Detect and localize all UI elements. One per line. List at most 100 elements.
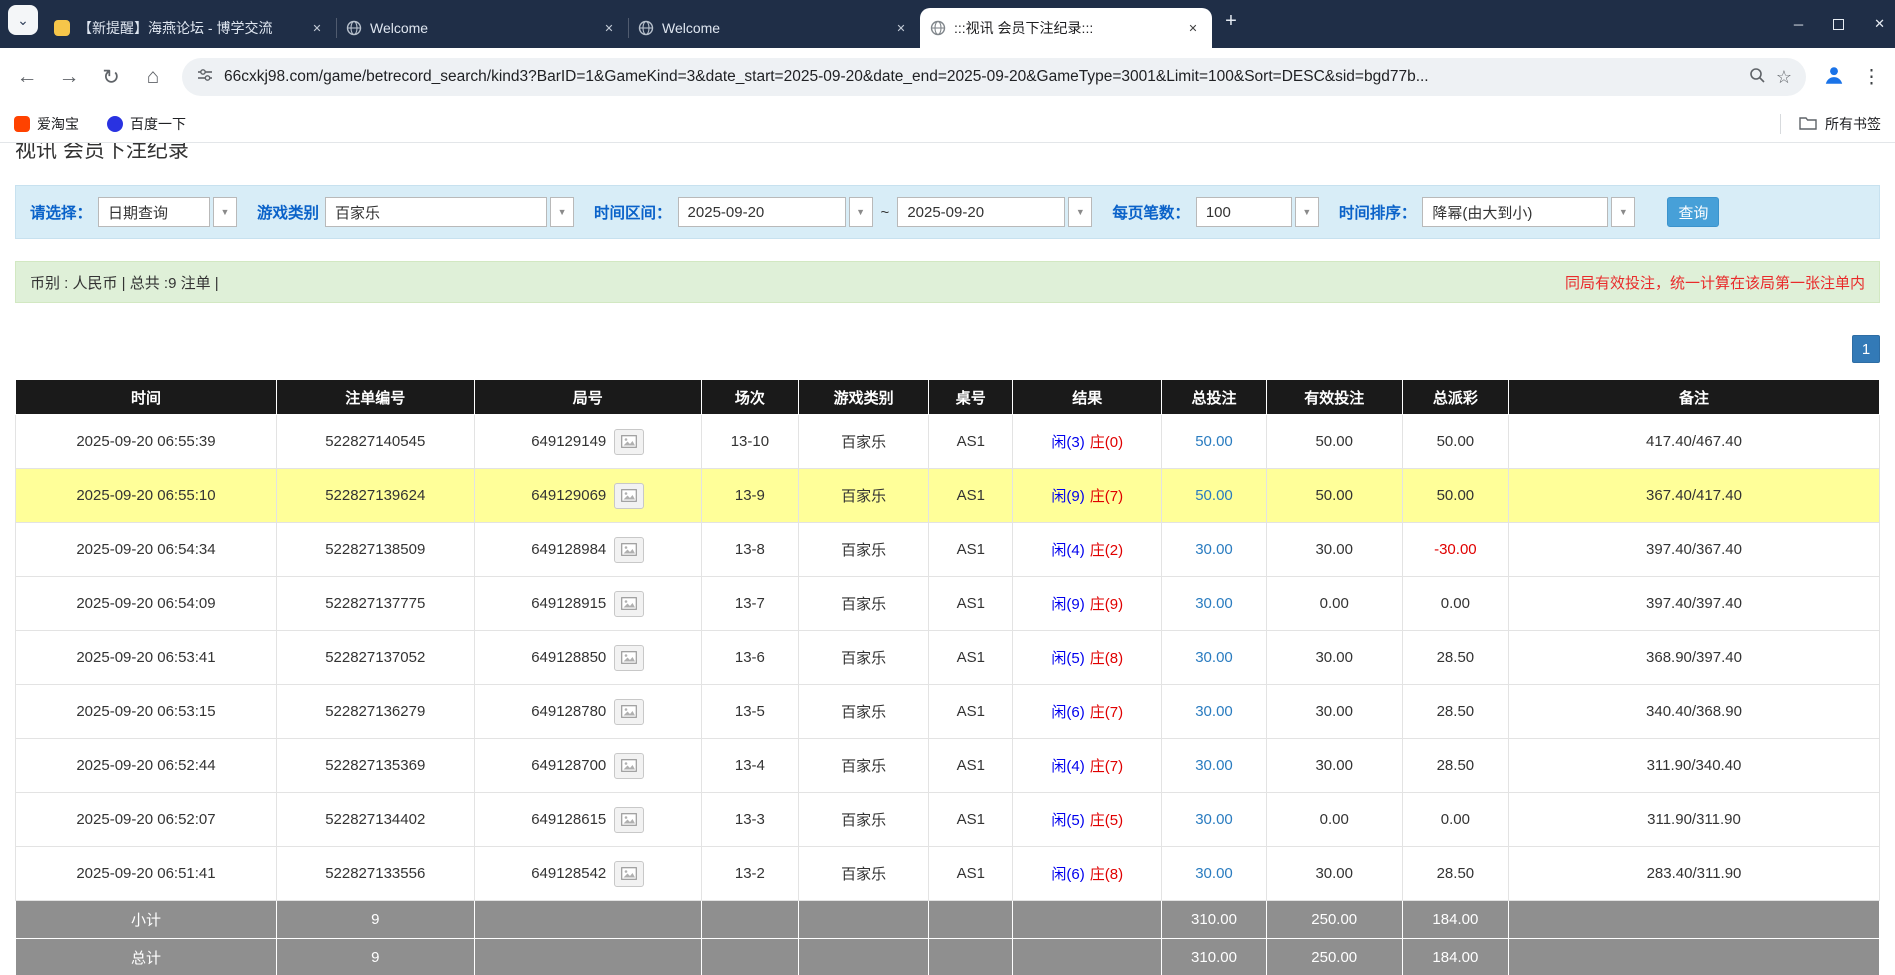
cell-round: 649128850	[474, 631, 701, 685]
search-button[interactable]: 查询	[1667, 197, 1719, 227]
cell-total-bet[interactable]: 30.00	[1162, 793, 1266, 847]
sort-select[interactable]: 降幂(由大到小) ▼	[1422, 197, 1635, 227]
filter-bar: 请选择： 日期查询 ▼ 游戏类别 百家乐 ▼ 时间区间： 2025-09-20 …	[15, 185, 1880, 239]
maximize-button[interactable]	[1833, 19, 1844, 30]
cell-total-bet[interactable]: 30.00	[1162, 847, 1266, 901]
round-image-button[interactable]	[614, 861, 644, 887]
forward-button[interactable]: →	[56, 65, 82, 89]
cell-game: 百家乐	[798, 523, 928, 577]
round-image-button[interactable]	[614, 537, 644, 563]
empty-cell	[929, 939, 1013, 975]
chevron-down-icon[interactable]: ▼	[1068, 197, 1092, 227]
round-number: 649128780	[531, 702, 606, 719]
table-row[interactable]: 2025-09-20 06:52:44 522827135369 6491287…	[16, 739, 1880, 793]
cell-note: 311.90/311.90	[1508, 793, 1879, 847]
close-icon[interactable]: ✕	[600, 19, 618, 37]
table-row[interactable]: 2025-09-20 06:55:10 522827139624 6491290…	[16, 469, 1880, 523]
reload-button[interactable]: ↻	[98, 65, 124, 90]
round-image-button[interactable]	[614, 429, 644, 455]
table-row[interactable]: 2025-09-20 06:55:39 522827140545 6491291…	[16, 415, 1880, 469]
table-row[interactable]: 2025-09-20 06:51:41 522827133556 6491285…	[16, 847, 1880, 901]
date-start-value[interactable]: 2025-09-20	[678, 197, 846, 227]
close-icon[interactable]: ✕	[1184, 19, 1202, 37]
page-size-value[interactable]: 100	[1196, 197, 1292, 227]
round-image-button[interactable]	[614, 645, 644, 671]
cell-result: 闲(3)庄(0)	[1013, 415, 1162, 469]
taobao-icon	[14, 116, 30, 132]
browser-tab-welcome-2[interactable]: Welcome ✕	[628, 8, 920, 48]
round-image-button[interactable]	[614, 699, 644, 725]
date-end-value[interactable]: 2025-09-20	[897, 197, 1065, 227]
back-button[interactable]: ←	[14, 65, 40, 89]
bet-records-table: 时间 注单编号 局号 场次 游戏类别 桌号 结果 总投注 有效投注 总派彩 备注…	[15, 379, 1880, 975]
date-mode-select[interactable]: 日期查询 ▼	[98, 197, 237, 227]
browser-tab-forum[interactable]: 【新提醒】海燕论坛 - 博学交流 ✕	[44, 8, 336, 48]
cell-session: 13-4	[701, 739, 798, 793]
cell-bet-id: 522827137775	[276, 577, 474, 631]
table-row[interactable]: 2025-09-20 06:54:34 522827138509 6491289…	[16, 523, 1880, 577]
table-row[interactable]: 2025-09-20 06:54:09 522827137775 6491289…	[16, 577, 1880, 631]
zoom-icon[interactable]	[1748, 66, 1766, 89]
browser-menu-icon[interactable]: ⋮	[1862, 66, 1881, 89]
date-mode-value[interactable]: 日期查询	[98, 197, 210, 227]
result-player: 闲(4)	[1051, 542, 1084, 559]
bookmark-taobao[interactable]: 爱淘宝	[14, 114, 79, 134]
page-size-select[interactable]: 100 ▼	[1196, 197, 1319, 227]
game-type-value[interactable]: 百家乐	[325, 197, 547, 227]
chevron-down-icon[interactable]: ▼	[550, 197, 574, 227]
sort-value[interactable]: 降幂(由大到小)	[1422, 197, 1608, 227]
total-valid-bet: 250.00	[1266, 939, 1402, 975]
date-end-select[interactable]: 2025-09-20 ▼	[897, 197, 1092, 227]
page-number-button[interactable]: 1	[1852, 335, 1880, 363]
table-row[interactable]: 2025-09-20 06:53:15 522827136279 6491287…	[16, 685, 1880, 739]
round-number: 649128850	[531, 648, 606, 665]
result-player: 闲(3)	[1051, 434, 1084, 451]
cell-total-bet[interactable]: 50.00	[1162, 469, 1266, 523]
cell-total-bet[interactable]: 30.00	[1162, 577, 1266, 631]
game-type-select[interactable]: 百家乐 ▼	[325, 197, 574, 227]
chevron-down-icon: ⌄	[17, 12, 29, 29]
folder-icon	[1799, 115, 1817, 134]
chevron-down-icon[interactable]: ▼	[849, 197, 873, 227]
cell-payout: -30.00	[1402, 523, 1508, 577]
round-image-button[interactable]	[614, 483, 644, 509]
cell-total-bet[interactable]: 50.00	[1162, 415, 1266, 469]
result-player: 闲(9)	[1051, 596, 1084, 613]
all-bookmarks-button[interactable]: 所有书签	[1780, 114, 1881, 134]
home-button[interactable]: ⌂	[140, 65, 166, 89]
date-start-select[interactable]: 2025-09-20 ▼	[678, 197, 873, 227]
cell-total-bet[interactable]: 30.00	[1162, 631, 1266, 685]
minimize-button[interactable]: ─	[1794, 17, 1803, 32]
round-image-button[interactable]	[614, 591, 644, 617]
bookmark-star-icon[interactable]: ☆	[1776, 67, 1792, 88]
new-tab-button[interactable]: +	[1216, 7, 1246, 37]
browser-tab-bet-records-active[interactable]: :::视讯 会员下注纪录::: ✕	[920, 8, 1212, 48]
cell-game: 百家乐	[798, 685, 928, 739]
close-icon[interactable]: ✕	[308, 19, 326, 37]
cell-total-bet[interactable]: 30.00	[1162, 739, 1266, 793]
table-row[interactable]: 2025-09-20 06:53:41 522827137052 6491288…	[16, 631, 1880, 685]
close-icon[interactable]: ✕	[892, 19, 910, 37]
site-settings-icon[interactable]	[196, 66, 214, 89]
window-close-button[interactable]: ✕	[1874, 16, 1885, 32]
chevron-down-icon[interactable]: ▼	[1611, 197, 1635, 227]
col-game: 游戏类别	[798, 380, 928, 415]
cell-round: 649128780	[474, 685, 701, 739]
chevron-down-icon[interactable]: ▼	[213, 197, 237, 227]
url-text[interactable]: 66cxkj98.com/game/betrecord_search/kind3…	[224, 68, 1738, 86]
cell-table: AS1	[929, 685, 1013, 739]
tab-search-button[interactable]: ⌄	[8, 5, 38, 35]
bookmark-baidu[interactable]: 百度一下	[107, 114, 186, 134]
chevron-down-icon[interactable]: ▼	[1295, 197, 1319, 227]
cell-total-bet[interactable]: 30.00	[1162, 523, 1266, 577]
round-image-button[interactable]	[614, 753, 644, 779]
browser-tab-welcome-1[interactable]: Welcome ✕	[336, 8, 628, 48]
profile-avatar-icon[interactable]	[1822, 63, 1846, 92]
empty-cell	[701, 901, 798, 939]
url-bar[interactable]: 66cxkj98.com/game/betrecord_search/kind3…	[182, 58, 1806, 96]
table-row[interactable]: 2025-09-20 06:52:07 522827134402 6491286…	[16, 793, 1880, 847]
globe-icon	[638, 20, 654, 36]
cell-total-bet[interactable]: 30.00	[1162, 685, 1266, 739]
round-image-button[interactable]	[614, 807, 644, 833]
cell-note: 397.40/397.40	[1508, 577, 1879, 631]
